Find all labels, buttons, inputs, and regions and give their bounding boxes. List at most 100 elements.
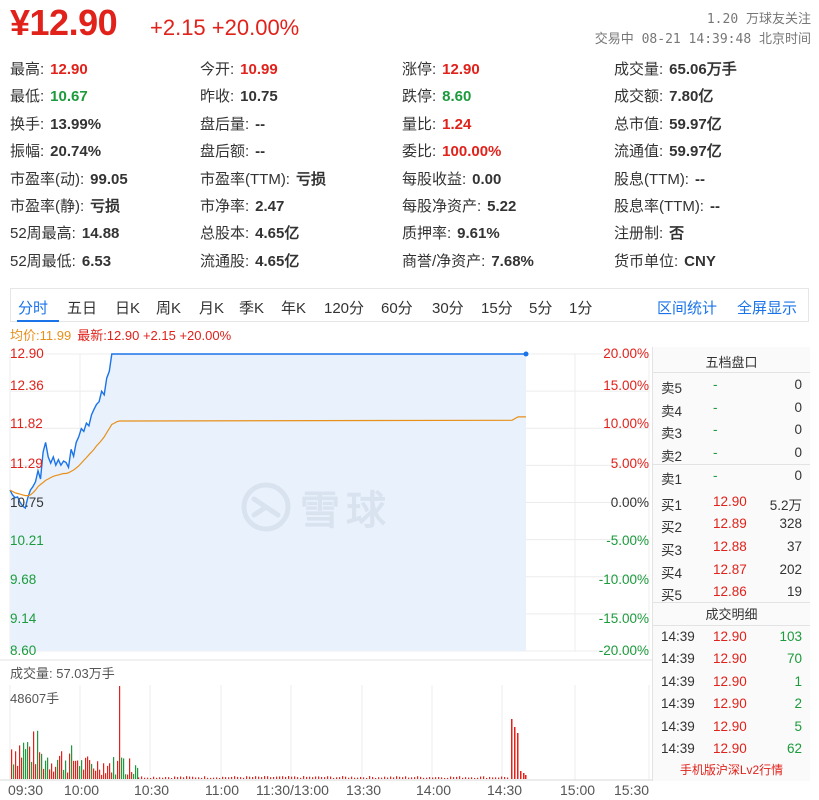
tab-period[interactable]: 年K bbox=[281, 297, 306, 318]
order-volume: 0 bbox=[794, 467, 802, 483]
order-level-label: 卖3 bbox=[661, 426, 683, 442]
quote-stat-label: 货币单位: bbox=[614, 252, 679, 270]
quote-stat-value: 0.00 bbox=[472, 170, 502, 188]
tab-period[interactable]: 120分 bbox=[324, 297, 364, 318]
order-level-label: 卖4 bbox=[661, 403, 683, 419]
volume-bar bbox=[468, 777, 470, 779]
volume-bar bbox=[162, 777, 164, 779]
quote-stat-value: 59.97亿 bbox=[669, 143, 722, 161]
volume-bar bbox=[25, 749, 27, 779]
volume-bar bbox=[23, 742, 25, 779]
trade-volume: 2 bbox=[794, 696, 802, 712]
volume-bar bbox=[249, 776, 251, 779]
volume-bar bbox=[318, 776, 320, 779]
follower-count[interactable]: 1.20 万球友关注 bbox=[707, 8, 811, 27]
quote-stat-label: 市盈率(TTM): bbox=[200, 170, 290, 188]
range-stats-button[interactable]: 区间统计 bbox=[657, 297, 717, 318]
tab-period[interactable]: 周K bbox=[156, 297, 181, 318]
volume-bar bbox=[330, 776, 332, 779]
order-level-label: 卖1 bbox=[661, 471, 683, 487]
quote-stat: 市盈率(静): 亏损 bbox=[10, 195, 120, 216]
order-volume: 19 bbox=[786, 584, 802, 600]
tab-period[interactable]: 60分 bbox=[381, 297, 413, 318]
volume-bar bbox=[213, 777, 215, 779]
volume-bar bbox=[13, 764, 15, 779]
x-tick-label: 15:00 bbox=[560, 782, 596, 798]
quote-stat: 市盈率(TTM): 亏损 bbox=[200, 168, 326, 189]
quote-row: 振幅: 20.74% 盘后额: -- 委比: 100.00% 流通值: 59.97亿 bbox=[10, 136, 809, 163]
order-volume: 202 bbox=[779, 561, 802, 577]
x-tick-label: 10:00 bbox=[64, 782, 100, 798]
x-tick-label: 10:30 bbox=[134, 782, 170, 798]
quote-stat-label: 流通值: bbox=[614, 143, 664, 161]
quote-stat-label: 成交量: bbox=[614, 61, 664, 78]
tab-period[interactable]: 日K bbox=[115, 297, 140, 318]
quote-stat-label: 盘后额: bbox=[200, 143, 250, 161]
volume-bar bbox=[387, 777, 389, 779]
volume-bar bbox=[198, 777, 200, 779]
ask-row: 卖5 - 0 bbox=[653, 374, 810, 397]
quote-stat-value: 8.60 bbox=[442, 88, 472, 106]
tab-period[interactable]: 30分 bbox=[432, 297, 464, 318]
volume-bar bbox=[231, 776, 233, 779]
volume-bar bbox=[195, 777, 197, 779]
quote-row: 换手: 13.99% 盘后量: -- 量比: 1.24 总市值: 59.97亿 bbox=[10, 109, 809, 136]
volume-bar bbox=[210, 777, 212, 779]
quote-row: 市盈率(静): 亏损 市净率: 2.47 每股净资产: 5.22 股息率(TTM): -- bbox=[10, 191, 809, 218]
ask-row: 卖4 - 0 bbox=[653, 397, 810, 420]
volume-bar bbox=[95, 770, 97, 779]
trade-time: 14:39 bbox=[661, 718, 695, 734]
volume-bar bbox=[348, 777, 350, 779]
bid-row: 买2 12.89 328 bbox=[653, 513, 810, 536]
tab-period[interactable]: 分时 bbox=[18, 297, 48, 318]
quote-stat-value: 99.05 bbox=[90, 170, 128, 188]
order-price: - bbox=[713, 445, 718, 461]
volume-bar bbox=[144, 777, 146, 779]
volume-bar bbox=[375, 777, 377, 779]
volume-bar bbox=[525, 775, 527, 779]
volume-bar bbox=[309, 776, 311, 779]
volume-bar bbox=[125, 774, 127, 779]
ask-row: 卖2 - 0 bbox=[653, 442, 810, 465]
volume-bar bbox=[402, 777, 404, 779]
volume-bar bbox=[261, 777, 263, 779]
volume-bar bbox=[423, 777, 425, 779]
volume-bar bbox=[267, 776, 269, 779]
volume-bar bbox=[17, 765, 19, 779]
quote-stat-label: 注册制: bbox=[614, 225, 664, 243]
trade-price: 12.90 bbox=[713, 673, 747, 689]
active-tab-indicator bbox=[17, 320, 59, 322]
volume-bar bbox=[396, 776, 398, 779]
tab-period[interactable]: 5分 bbox=[529, 297, 552, 318]
y-tick-label: 12.90 bbox=[10, 346, 44, 361]
quote-stat: 最低: 10.67 bbox=[10, 85, 88, 106]
volume-bar bbox=[357, 777, 359, 779]
watermark: 雪球 bbox=[240, 478, 392, 536]
volume-bar bbox=[471, 777, 473, 779]
bid-row: 买3 12.88 37 bbox=[653, 536, 810, 559]
volume-bar bbox=[252, 777, 254, 779]
volume-bar bbox=[216, 777, 218, 779]
tab-period[interactable]: 1分 bbox=[569, 297, 592, 318]
quote-stat-value: 12.90 bbox=[50, 61, 88, 78]
trade-row: 14:39 12.90 1 bbox=[653, 671, 810, 693]
quote-stat: 股息(TTM): -- bbox=[614, 168, 705, 189]
tab-period[interactable]: 15分 bbox=[481, 297, 513, 318]
volume-bar bbox=[514, 727, 516, 779]
fullscreen-button[interactable]: 全屏显示 bbox=[737, 297, 797, 318]
volume-bar bbox=[372, 776, 374, 779]
volume-bar bbox=[171, 777, 173, 779]
y-tick-label: 10.21 bbox=[10, 533, 44, 548]
quote-header: ¥12.90 +2.15 +20.00% 1.20 万球友关注 交易中 08-2… bbox=[8, 0, 811, 47]
lv2-link[interactable]: 手机版沪深Lv2行情 bbox=[653, 761, 810, 778]
tab-period[interactable]: 季K bbox=[239, 297, 264, 318]
volume-bar bbox=[237, 776, 239, 779]
volume-bar bbox=[131, 772, 133, 779]
quote-stat: 流通股: 4.65亿 bbox=[200, 250, 299, 271]
volume-bar bbox=[474, 777, 476, 779]
chart-period-tabs: 分时 五日 日K 周K 月K 季K 年K 120分 60分 30分 15分 5分 1分 区间统计 全屏显示 bbox=[10, 288, 809, 322]
y-pct-tick-label: -20.00% bbox=[598, 643, 649, 658]
tab-period[interactable]: 五日 bbox=[67, 297, 97, 318]
tab-period[interactable]: 月K bbox=[199, 297, 224, 318]
y-tick-label: 12.36 bbox=[10, 378, 44, 393]
